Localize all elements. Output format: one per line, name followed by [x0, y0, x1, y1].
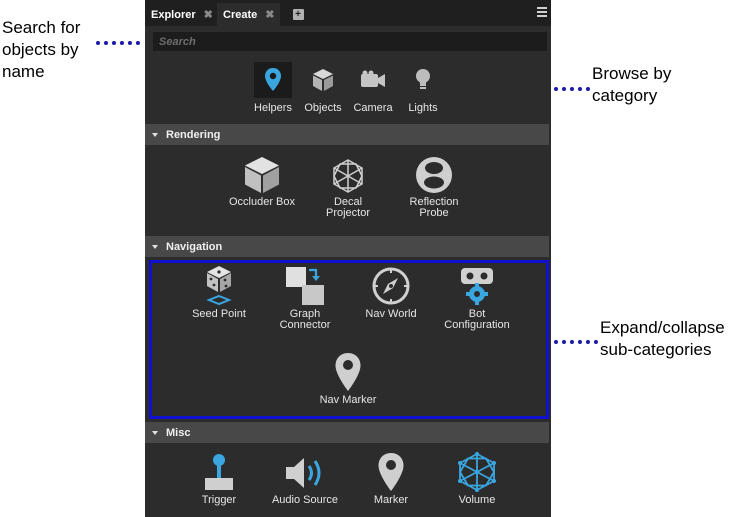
- section-header-navigation[interactable]: Navigation: [145, 236, 549, 257]
- item-label: Graph Connector: [279, 308, 331, 331]
- item-label: Occluder Box: [228, 196, 296, 208]
- item-decal-projector[interactable]: Decal Projector: [303, 152, 393, 219]
- section-header-rendering[interactable]: Rendering: [145, 124, 549, 145]
- item-label: Audio Source: [271, 494, 339, 506]
- annotation-expand-leader: [554, 340, 598, 344]
- item-label: Seed Point: [192, 308, 246, 320]
- create-panel: Explorer ✖ Create ✖ + Helpers Objects: [145, 0, 551, 517]
- item-label: Volume: [458, 494, 496, 506]
- collapse-arrow-icon: [152, 132, 158, 137]
- item-label: Marker: [373, 494, 409, 506]
- category-objects[interactable]: Objects: [297, 62, 349, 120]
- cube-icon: [304, 62, 342, 98]
- close-icon[interactable]: ✖: [265, 8, 274, 21]
- section-title: Misc: [166, 426, 191, 439]
- category-label: Camera: [353, 102, 393, 114]
- item-seed-point[interactable]: Seed Point: [174, 264, 264, 320]
- search-box: [153, 32, 547, 52]
- item-label: Nav World: [365, 308, 417, 320]
- marker-icon: [346, 450, 436, 492]
- item-occluder-box[interactable]: Occluder Box: [217, 152, 307, 208]
- collapse-arrow-icon: [152, 244, 158, 249]
- bot-icon: [432, 264, 522, 306]
- item-nav-world[interactable]: Nav World: [346, 264, 436, 320]
- category-camera[interactable]: Camera: [347, 62, 399, 120]
- tab-create-label: Create: [223, 8, 258, 21]
- graph-icon: [260, 264, 350, 306]
- category-label: Objects: [304, 102, 342, 114]
- collapse-arrow-icon: [152, 430, 158, 435]
- camera-icon: [354, 62, 392, 98]
- category-label: Lights: [408, 102, 438, 114]
- decal-icon: [303, 152, 393, 194]
- item-label: Bot Configuration: [444, 308, 510, 331]
- item-label: Decal Projector: [325, 196, 371, 219]
- marker-icon: [303, 350, 393, 392]
- annotation-search: Search for objects by name: [2, 18, 81, 81]
- annotation-search-leader: [96, 41, 140, 45]
- tab-bar: Explorer ✖ Create ✖ +: [145, 0, 551, 26]
- section-title: Rendering: [166, 128, 221, 141]
- item-audio-source[interactable]: Audio Source: [260, 450, 350, 506]
- search-input[interactable]: [153, 32, 547, 52]
- tab-explorer[interactable]: Explorer ✖: [145, 3, 219, 26]
- item-label: Trigger: [201, 494, 237, 506]
- category-bar: Helpers Objects Camera Lights: [145, 62, 551, 120]
- tab-create[interactable]: Create ✖: [217, 3, 281, 26]
- category-helpers[interactable]: Helpers: [247, 62, 299, 120]
- annotation-browse-leader: [554, 87, 590, 91]
- item-nav-marker[interactable]: Nav Marker: [303, 350, 393, 406]
- category-lights[interactable]: Lights: [397, 62, 449, 120]
- add-tab-button[interactable]: +: [285, 3, 311, 26]
- annotation-browse: Browse by category: [592, 64, 672, 105]
- probe-icon: [389, 152, 479, 194]
- section-header-misc[interactable]: Misc: [145, 422, 549, 443]
- category-label: Helpers: [254, 102, 292, 114]
- bulb-icon: [404, 62, 442, 98]
- box-icon: [217, 152, 307, 194]
- item-graph-connector[interactable]: Graph Connector: [260, 264, 350, 331]
- volume-icon: [432, 450, 522, 492]
- item-reflection-probe[interactable]: Reflection Probe: [389, 152, 479, 219]
- menu-icon[interactable]: [537, 7, 547, 19]
- item-bot-configuration[interactable]: Bot Configuration: [432, 264, 522, 331]
- item-label: Nav Marker: [319, 394, 377, 406]
- item-marker[interactable]: Marker: [346, 450, 436, 506]
- compass-icon: [346, 264, 436, 306]
- dice-icon: [174, 264, 264, 306]
- speaker-icon: [260, 450, 350, 492]
- section-title: Navigation: [166, 240, 223, 253]
- pin-icon: [254, 62, 292, 98]
- item-trigger[interactable]: Trigger: [174, 450, 264, 506]
- tab-explorer-label: Explorer: [151, 8, 196, 21]
- item-label: Reflection Probe: [409, 196, 459, 219]
- plus-icon: +: [292, 9, 304, 20]
- close-icon[interactable]: ✖: [204, 8, 213, 21]
- joystick-icon: [174, 450, 264, 492]
- item-volume[interactable]: Volume: [432, 450, 522, 506]
- annotation-expand: Expand/collapse sub-categories: [600, 318, 725, 359]
